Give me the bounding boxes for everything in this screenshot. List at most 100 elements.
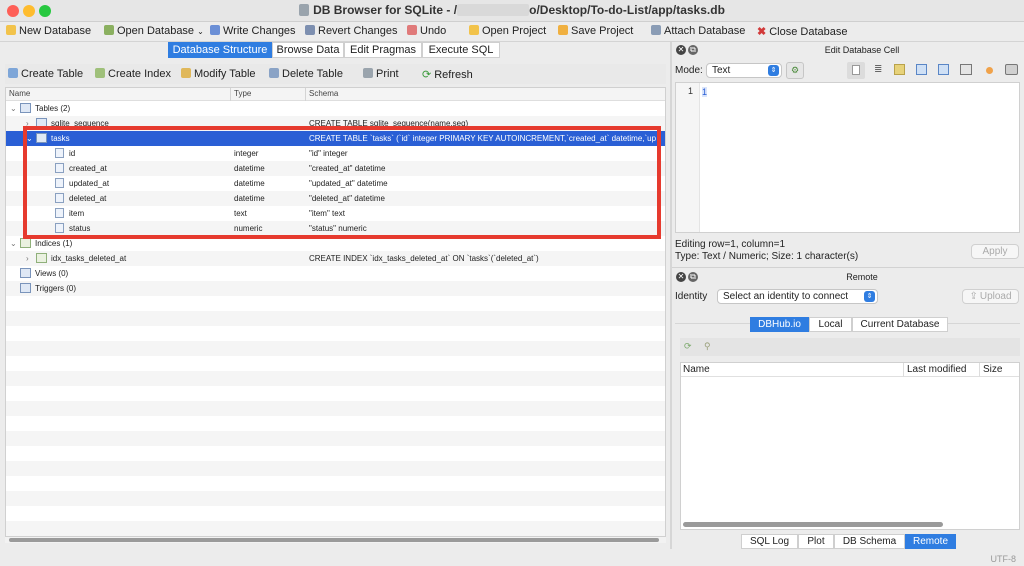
horizontal-scrollbar[interactable] <box>5 537 666 543</box>
tab-database-structure[interactable]: Database Structure <box>168 42 272 58</box>
remote-file-list[interactable]: Name Last modified Size <box>680 362 1020 530</box>
float-remote-panel-icon[interactable]: ⧉ <box>688 272 698 282</box>
chevron-down-icon[interactable]: ⌄ <box>26 131 36 146</box>
tab-execute-sql[interactable]: Execute SQL <box>422 42 500 58</box>
chevron-down-icon[interactable]: ⌄ <box>10 101 20 116</box>
text-editor-button[interactable] <box>847 62 865 79</box>
identity-select[interactable]: Select an identity to connect ⇕ <box>717 289 878 304</box>
tree-filler-row <box>6 371 665 386</box>
upload-button[interactable]: ⇪ Upload <box>962 289 1019 304</box>
column-separator[interactable] <box>903 363 904 377</box>
cell-value-text[interactable]: 1 <box>702 87 708 97</box>
tree-filler-row <box>6 521 665 536</box>
chevron-down-icon[interactable]: ⌄ <box>10 236 20 251</box>
float-panel-icon[interactable]: ⧉ <box>688 45 698 55</box>
tree-row-views[interactable]: Views (0) <box>6 266 665 281</box>
tree-row-field-deleted-at[interactable]: deleted_at datetime "deleted_at" datetim… <box>6 191 665 206</box>
column-separator[interactable] <box>230 88 231 101</box>
chevron-updown-icon: ⇕ <box>768 65 779 76</box>
apply-button[interactable]: Apply <box>971 244 1019 259</box>
open-database-button[interactable]: Open Database ⌄ <box>104 25 204 37</box>
tree-row-field-updated-at[interactable]: updated_at datetime "updated_at" datetim… <box>6 176 665 191</box>
tree-filler-row <box>6 506 665 521</box>
tree-filler-row <box>6 326 665 341</box>
column-header-size[interactable]: Size <box>983 363 1002 377</box>
tab-db-schema[interactable]: DB Schema <box>834 534 905 549</box>
cell-editor[interactable]: 1 1 <box>675 82 1020 233</box>
scrollbar-thumb[interactable] <box>9 538 659 542</box>
print-cell-icon[interactable] <box>1005 64 1018 75</box>
tree-row-tasks[interactable]: ⌄ tasks CREATE TABLE `tasks` (`id` intege… <box>6 131 665 146</box>
column-header-type[interactable]: Type <box>234 89 251 98</box>
mode-select[interactable]: Text ⇕ <box>706 63 782 78</box>
close-database-button[interactable]: ✖ Close Database <box>757 25 848 38</box>
refresh-remote-icon[interactable]: ⟳ <box>684 341 692 352</box>
export-icon[interactable] <box>916 64 927 75</box>
tree-filler-row <box>6 416 665 431</box>
column-header-name[interactable]: Name <box>683 363 710 377</box>
tree-row-field-status[interactable]: status numeric "status" numeric <box>6 221 665 236</box>
tree-row-field-created-at[interactable]: created_at datetime "created_at" datetim… <box>6 161 665 176</box>
chevron-right-icon[interactable]: › <box>26 251 36 266</box>
remote-list-scrollbar-thumb[interactable] <box>683 522 943 527</box>
schema-tree[interactable]: Name Type Schema ⌄ Tables (2) › sqlite_seq… <box>5 87 666 537</box>
tree-row-indices[interactable]: ⌄ Indices (1) <box>6 236 665 251</box>
refresh-button[interactable]: ⟳ Refresh <box>422 68 473 81</box>
open-project-button[interactable]: Open Project <box>469 25 546 37</box>
panel-splitter[interactable] <box>670 42 672 549</box>
revert-changes-button[interactable]: Revert Changes <box>305 25 398 37</box>
auto-switch-mode-button[interactable]: ⚙ <box>786 62 804 79</box>
tree-filler-row <box>6 476 665 491</box>
column-header-name[interactable]: Name <box>9 89 30 98</box>
tab-browse-data[interactable]: Browse Data <box>272 42 344 58</box>
word-wrap-icon[interactable]: ≣ <box>874 64 882 75</box>
column-header-last-modified[interactable]: Last modified <box>907 363 966 377</box>
write-changes-icon <box>210 25 220 35</box>
tab-remote[interactable]: Remote <box>905 534 956 549</box>
screen-icon[interactable] <box>960 64 972 75</box>
cell-type-status: Type: Text / Numeric; Size: 1 character(… <box>675 251 859 262</box>
tree-row-sqlite-sequence[interactable]: › sqlite_sequence CREATE TABLE sqlite_seq… <box>6 116 665 131</box>
column-separator[interactable] <box>305 88 306 101</box>
attach-database-button[interactable]: Attach Database <box>651 25 745 37</box>
tab-edit-pragmas[interactable]: Edit Pragmas <box>344 42 422 58</box>
tab-sql-log[interactable]: SQL Log <box>741 534 798 549</box>
print-button[interactable]: Print <box>363 68 399 80</box>
edit-cell-header: Edit Database Cell <box>824 45 900 55</box>
index-icon <box>36 253 47 263</box>
tab-current-database[interactable]: Current Database <box>852 317 948 332</box>
close-panel-icon[interactable]: ✕ <box>676 45 686 55</box>
set-null-icon[interactable] <box>986 67 993 74</box>
column-separator[interactable] <box>979 363 980 377</box>
tree-row-field-item[interactable]: item text "item" text <box>6 206 665 221</box>
delete-table-button[interactable]: Delete Table <box>269 68 343 80</box>
open-project-icon <box>469 25 479 35</box>
tree-row-field-id[interactable]: id integer "id" integer <box>6 146 665 161</box>
save-icon[interactable] <box>938 64 949 75</box>
create-table-icon <box>8 68 18 78</box>
tree-header: Name Type Schema <box>6 88 665 101</box>
column-header-schema[interactable]: Schema <box>309 89 338 98</box>
close-remote-panel-icon[interactable]: ✕ <box>676 272 686 282</box>
field-icon <box>55 208 64 218</box>
tab-plot[interactable]: Plot <box>798 534 834 549</box>
chevron-down-icon[interactable]: ⌄ <box>197 27 204 36</box>
create-index-button[interactable]: Create Index <box>95 68 171 80</box>
import-icon[interactable] <box>894 64 905 75</box>
chevron-right-icon[interactable]: › <box>26 116 36 131</box>
tree-row-triggers[interactable]: Triggers (0) <box>6 281 665 296</box>
write-changes-button[interactable]: Write Changes <box>210 25 296 37</box>
tree-row-tables[interactable]: ⌄ Tables (2) <box>6 101 665 116</box>
tree-row-index-idx-tasks-deleted-at[interactable]: › idx_tasks_deleted_at CREATE INDEX `idx_… <box>6 251 665 266</box>
tab-dbhub[interactable]: DBHub.io <box>750 317 809 332</box>
new-database-button[interactable]: New Database <box>6 25 91 37</box>
clone-icon[interactable]: ⚲ <box>704 341 711 352</box>
attach-database-icon <box>651 25 661 35</box>
save-project-button[interactable]: Save Project <box>558 25 633 37</box>
field-key-icon <box>55 148 64 158</box>
tree-filler-row <box>6 401 665 416</box>
modify-table-button[interactable]: Modify Table <box>181 68 256 80</box>
tab-local[interactable]: Local <box>809 317 852 332</box>
create-table-button[interactable]: Create Table <box>8 68 83 80</box>
undo-button[interactable]: Undo <box>407 25 446 37</box>
